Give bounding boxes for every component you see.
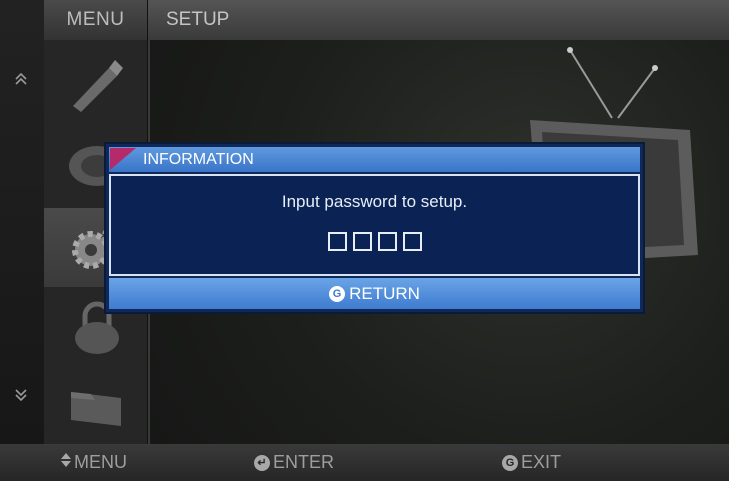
- folder-icon: [70, 391, 121, 426]
- menu-item-picture[interactable]: [44, 44, 147, 123]
- guide-menu: MENU: [60, 444, 127, 481]
- scroll-down-icon[interactable]: [14, 388, 28, 407]
- dialog-corner-accent: [110, 148, 136, 170]
- button-guide-bar: MENU ↵ ENTER G EXIT: [0, 444, 729, 481]
- setup-tab-title: SETUP: [148, 0, 729, 40]
- password-input[interactable]: [111, 232, 638, 251]
- updown-icon: [60, 452, 72, 473]
- password-digit-1[interactable]: [327, 232, 347, 251]
- exit-icon: G: [502, 454, 518, 471]
- password-digit-4[interactable]: [402, 232, 422, 251]
- scroll-up-icon[interactable]: [14, 72, 28, 91]
- return-label: RETURN: [349, 283, 420, 303]
- guide-exit: G EXIT: [502, 444, 561, 481]
- menu-item-folder[interactable]: [44, 366, 147, 445]
- password-digit-2[interactable]: [352, 232, 372, 251]
- return-icon: G: [329, 285, 346, 302]
- left-rail: [0, 0, 44, 481]
- guide-menu-label: MENU: [74, 452, 127, 472]
- return-button[interactable]: G RETURN: [109, 278, 640, 309]
- password-dialog: INFORMATION Input password to setup. G R…: [106, 144, 643, 312]
- menu-tab[interactable]: MENU: [44, 0, 147, 40]
- guide-exit-label: EXIT: [521, 452, 562, 472]
- dialog-message: Input password to setup.: [281, 192, 468, 211]
- enter-icon: ↵: [254, 454, 270, 471]
- guide-enter: ↵ ENTER: [254, 444, 334, 481]
- password-digit-3[interactable]: [377, 232, 397, 251]
- guide-enter-label: ENTER: [273, 452, 335, 472]
- picture-icon: [72, 59, 123, 112]
- dialog-title: INFORMATION: [109, 147, 640, 172]
- tv-osd-screen: MENU SETUP MENU ↵ ENTER G EXIT INFORMATI…: [0, 0, 729, 481]
- dialog-body: Input password to setup.: [109, 174, 640, 276]
